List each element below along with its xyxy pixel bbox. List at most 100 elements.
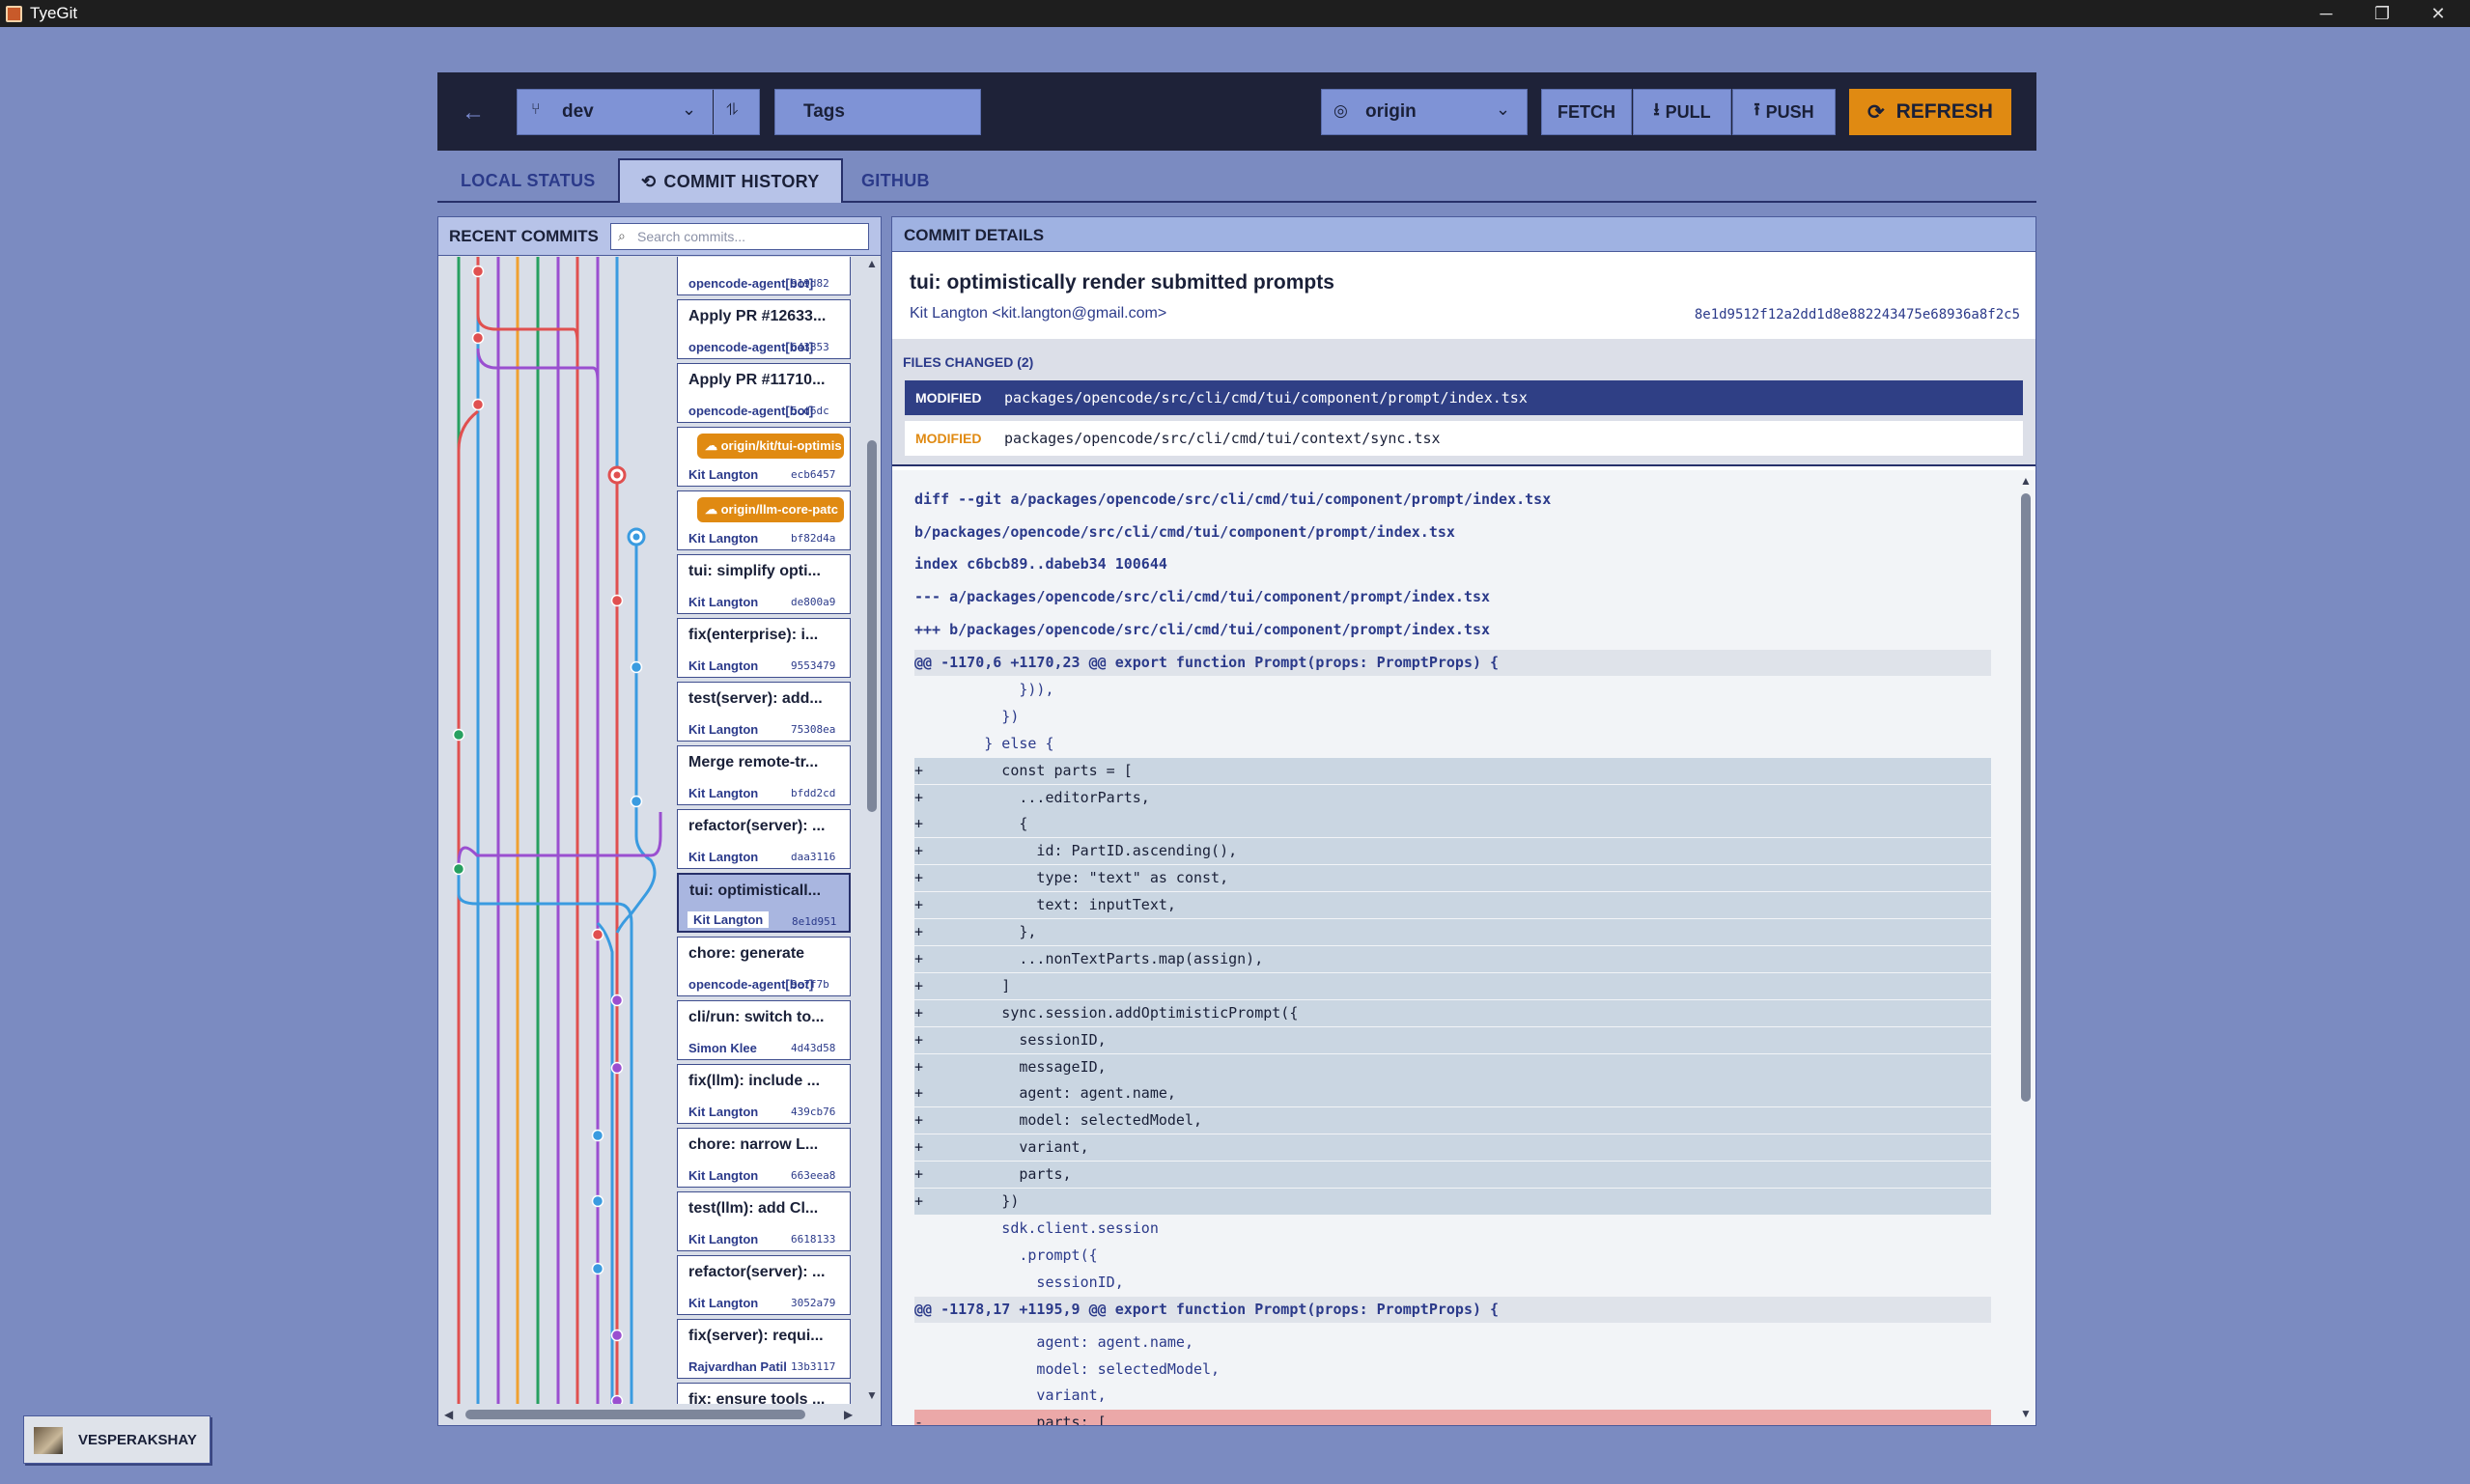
- tab-label: COMMIT HISTORY: [663, 171, 820, 191]
- chevron-down-icon[interactable]: ⌄: [682, 99, 696, 120]
- graph-branch-curve: [457, 870, 633, 1404]
- commit-list-item[interactable]: test(server): add... Kit Langton 75308ea: [677, 682, 851, 742]
- commit-list-item[interactable]: ☁ origin/kit/tui-optimis Kit Langton ecb64…: [677, 427, 851, 487]
- commit-list-item[interactable]: fix(enterprise): i... Kit Langton 9553479: [677, 618, 851, 678]
- branch-icon: ⑂: [531, 101, 541, 118]
- commit-author: Kit Langton: [688, 531, 759, 546]
- commit-list-item[interactable]: tui: simplify opti... Kit Langton de800a9: [677, 554, 851, 614]
- graph-commit-node: [610, 1394, 624, 1404]
- push-button[interactable]: ⭱ PUSH: [1732, 89, 1836, 135]
- diff-line-add: + },: [914, 919, 1991, 945]
- tags-button[interactable]: Tags: [774, 89, 981, 135]
- back-arrow-icon[interactable]: ←: [459, 98, 488, 127]
- commit-list-scrollbar[interactable]: ▲ ▼: [864, 257, 880, 1404]
- commit-list-item[interactable]: test(llm): add Cl... Kit Langton 6618133: [677, 1191, 851, 1251]
- commit-list-item[interactable]: refactor(server): ... Kit Langton 3052a79: [677, 1255, 851, 1315]
- commit-author: Kit Langton: [688, 722, 759, 737]
- commit-hash: 4d43d58: [791, 1042, 836, 1054]
- scrollbar-thumb[interactable]: [2021, 493, 2031, 1102]
- commit-message: test(llm): add Cl...: [688, 1200, 819, 1217]
- commit-list-item[interactable]: Apply PR #11710... opencode-agent[bot] 5cd…: [677, 363, 851, 423]
- user-badge[interactable]: VESPERAKSHAY: [23, 1415, 211, 1464]
- commit-graph: [452, 257, 662, 1404]
- commit-list-item[interactable]: chore: narrow L... Kit Langton 663eea8: [677, 1128, 851, 1188]
- commit-author: Kit Langton: [688, 786, 759, 800]
- commit-message: chore: generate: [688, 945, 805, 962]
- close-button[interactable]: ✕: [2410, 0, 2466, 27]
- globe-icon: ◎: [1333, 101, 1348, 120]
- file-status: MODIFIED: [915, 431, 982, 446]
- commit-list-item[interactable]: fix(llm): include ... Kit Langton 439cb76: [677, 1064, 851, 1124]
- maximize-button[interactable]: ❐: [2354, 0, 2410, 27]
- scroll-down-arrow-icon[interactable]: ▼: [2020, 1407, 2032, 1420]
- commit-list-item[interactable]: cli/run: switch to... Simon Klee 4d43d58: [677, 1000, 851, 1060]
- graph-commit-node: [610, 1061, 624, 1075]
- graph-commit-node: [452, 862, 465, 876]
- refresh-label: REFRESH: [1895, 100, 1993, 123]
- commit-author: Kit Langton: [688, 1105, 759, 1119]
- diff-line-hdr: +++ b/packages/opencode/src/cli/cmd/tui/…: [914, 621, 1491, 638]
- diff-line-add: + ...editorParts,: [914, 784, 1991, 811]
- commit-author: Kit Langton: [688, 658, 759, 673]
- diff-line-ctx: variant,: [914, 1386, 1107, 1405]
- commit-list-item[interactable]: fix(server): requi... Rajvardhan Patil 13b…: [677, 1319, 851, 1379]
- tab-commit-history[interactable]: ⟲ COMMIT HISTORY: [618, 158, 843, 203]
- commit-message: fix: ensure tools ...: [688, 1391, 826, 1404]
- commit-hash: 8e1d9512f12a2dd1d8e882243475e68936a8f2c5: [1694, 307, 2020, 322]
- graph-branch-curve: [596, 921, 614, 1404]
- commit-message: cli/run: switch to...: [688, 1009, 825, 1025]
- diff-line-hunk: @@ -1170,6 +1170,23 @@ export function P…: [914, 650, 1991, 676]
- diff-line-ctx: .prompt({: [914, 1246, 1098, 1264]
- tab-github[interactable]: GITHUB: [861, 158, 930, 203]
- commit-list-item[interactable]: Apply PR #12633... opencode-agent[bot] 643…: [677, 299, 851, 359]
- scroll-left-arrow-icon[interactable]: ◀: [444, 1408, 453, 1421]
- commit-list-item[interactable]: fix: ensure tools ...: [677, 1383, 851, 1404]
- history-icon: ⟲: [641, 171, 657, 191]
- scroll-up-arrow-icon[interactable]: ▲: [2020, 474, 2032, 488]
- diff-line-del: - parts: [: [914, 1410, 1991, 1425]
- commit-hash: 3052a79: [791, 1297, 836, 1309]
- minimize-button[interactable]: ─: [2298, 0, 2354, 27]
- diff-scrollbar[interactable]: ▲ ▼: [2016, 470, 2035, 1425]
- pull-button[interactable]: ⭳ PULL: [1633, 89, 1731, 135]
- scroll-up-arrow-icon[interactable]: ▲: [866, 257, 878, 270]
- remote-selector[interactable]: ◎ origin ⌄: [1321, 89, 1528, 135]
- commit-list-item[interactable]: Merge remote-tr... Kit Langton bfdd2cd: [677, 745, 851, 805]
- commit-list-item[interactable]: ☁ origin/llm-core-patc Kit Langton bf82d4a: [677, 490, 851, 550]
- diff-line-hdr: index c6bcb89..dabeb34 100644: [914, 555, 1167, 573]
- scrollbar-thumb[interactable]: [867, 440, 877, 812]
- merge-branch-icon[interactable]: ⥮: [726, 100, 738, 120]
- scrollbar-thumb[interactable]: [465, 1410, 805, 1419]
- tab-local-status[interactable]: LOCAL STATUS: [461, 158, 596, 203]
- commit-list-item[interactable]: opencode-agent[bot] 919d82: [677, 257, 851, 295]
- commit-list-item[interactable]: tui: optimisticall... Kit Langton 8e1d951: [677, 873, 851, 933]
- panel-title: RECENT COMMITS: [449, 227, 599, 245]
- refresh-button[interactable]: ⟳ REFRESH: [1849, 89, 2011, 135]
- commit-message: fix(server): requi...: [688, 1328, 824, 1344]
- scroll-right-arrow-icon[interactable]: ▶: [844, 1408, 853, 1421]
- commit-list-item[interactable]: chore: generate opencode-agent[bot] 9e7f7b: [677, 937, 851, 996]
- graph-commit-node: [471, 398, 485, 411]
- changed-file-item[interactable]: MODIFIED packages/opencode/src/cli/cmd/t…: [905, 380, 2023, 415]
- diff-line-hunk: @@ -1178,17 +1195,9 @@ export function P…: [914, 1296, 1991, 1323]
- files-changed: FILES CHANGED (2) MODIFIED packages/open…: [892, 339, 2035, 466]
- app-icon: [6, 5, 22, 22]
- file-path: packages/opencode/src/cli/cmd/tui/compon…: [1004, 389, 1528, 406]
- changed-file-item[interactable]: MODIFIED packages/opencode/src/cli/cmd/t…: [905, 421, 2023, 456]
- scroll-down-arrow-icon[interactable]: ▼: [866, 1388, 878, 1402]
- app-title: TyeGit: [30, 4, 78, 22]
- search-placeholder: Search commits...: [637, 229, 746, 244]
- fetch-button[interactable]: FETCH: [1541, 89, 1632, 135]
- search-input[interactable]: ⌕ Search commits...: [610, 223, 869, 250]
- graph-horizontal-scrollbar[interactable]: ◀ ▶: [438, 1404, 864, 1425]
- chevron-down-icon[interactable]: ⌄: [1496, 99, 1510, 120]
- diff-line-ctx: } else {: [914, 734, 1054, 752]
- graph-ref-node-dot: [613, 471, 621, 479]
- graph-commit-node: [591, 1262, 604, 1275]
- main-tabs: LOCAL STATUS ⟲ COMMIT HISTORY GITHUB: [437, 158, 2036, 203]
- commit-list-item[interactable]: refactor(server): ... Kit Langton daa3116: [677, 809, 851, 869]
- diff-line-add: + parts,: [914, 1162, 1991, 1189]
- diff-line-add: + type: "text" as const,: [914, 865, 1991, 892]
- branch-selector[interactable]: ⑂ dev ⌄ ⥮: [517, 89, 760, 135]
- commit-author: Kit Langton: [688, 911, 770, 928]
